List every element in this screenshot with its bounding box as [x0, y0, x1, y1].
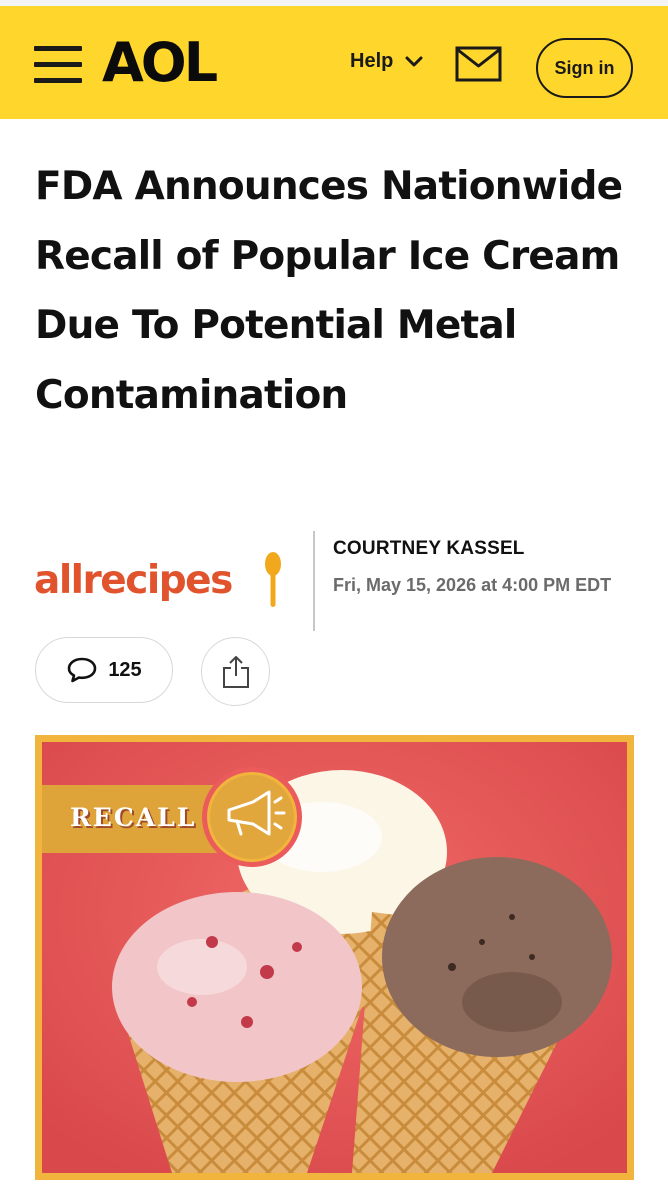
comment-count: 125: [108, 658, 142, 681]
chevron-down-icon: [405, 56, 423, 66]
site-header: AOL Help Sign in: [0, 6, 668, 119]
share-icon: [222, 655, 249, 688]
author-name[interactable]: COURTNEY KASSEL: [333, 538, 525, 560]
hero-image[interactable]: RECALL: [35, 735, 634, 1180]
aol-logo[interactable]: AOL: [102, 33, 218, 93]
source-logo[interactable]: allrecipes: [34, 548, 284, 618]
spoon-icon: [265, 552, 281, 607]
comments-button[interactable]: 125: [35, 637, 173, 703]
recall-label: RECALL: [70, 803, 197, 832]
mail-icon[interactable]: [455, 46, 502, 82]
article-headline: FDA Announces Nationwide Recall of Popul…: [35, 164, 623, 418]
recall-badge: [202, 767, 302, 867]
sign-in-button[interactable]: Sign in: [536, 38, 633, 98]
comment-icon: [68, 657, 97, 683]
help-menu[interactable]: Help: [350, 50, 423, 73]
publish-date: Fri, May 15, 2026 at 4:00 PM EDT: [333, 575, 612, 595]
source-name: allrecipes: [34, 558, 233, 603]
menu-icon[interactable]: [34, 46, 82, 84]
help-label: Help: [350, 50, 394, 72]
byline-divider: [313, 531, 315, 631]
share-button[interactable]: [201, 637, 270, 706]
megaphone-icon: [227, 790, 286, 836]
